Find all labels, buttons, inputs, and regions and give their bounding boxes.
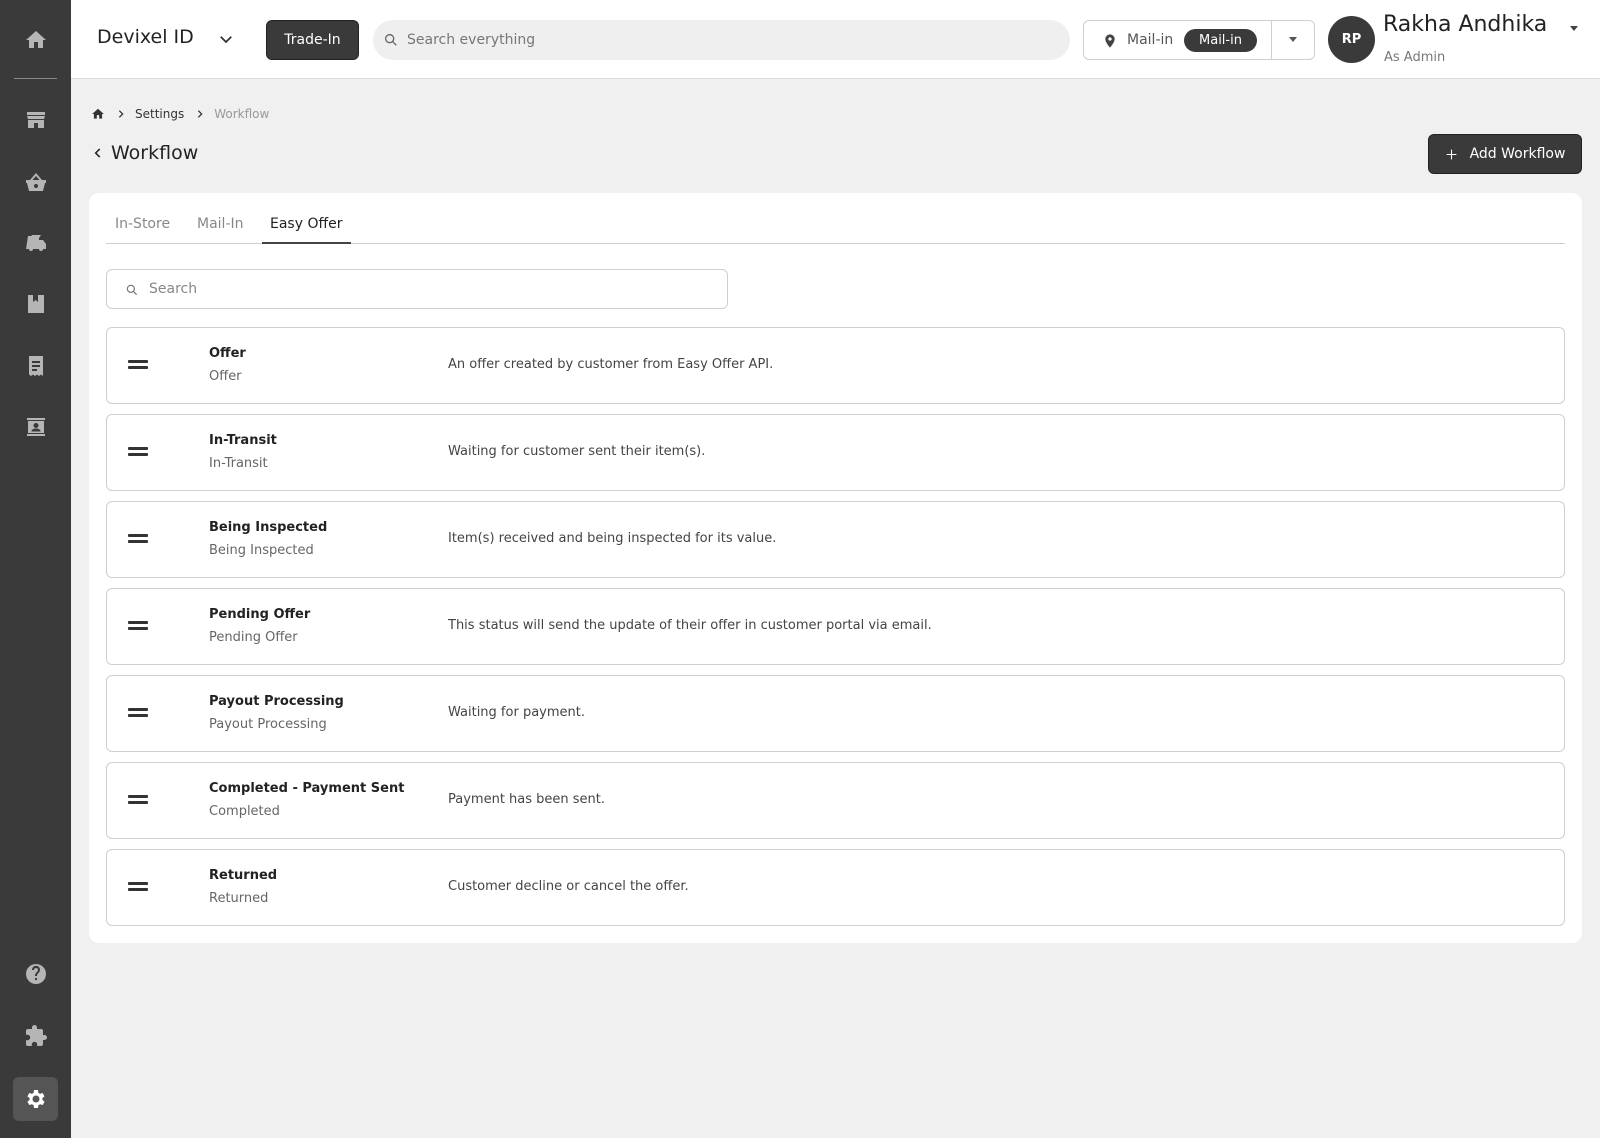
- caret-down-icon[interactable]: [1289, 37, 1297, 42]
- chevron-down-icon[interactable]: [217, 30, 235, 48]
- book-icon: [27, 295, 44, 313]
- topbar: Devixel ID Trade-In Mail-in Mail-in RP R…: [71, 0, 1600, 79]
- workflow-code: In-Transit: [209, 456, 268, 471]
- search-icon: [385, 34, 397, 46]
- add-workflow-button[interactable]: Add Workflow: [1428, 134, 1582, 174]
- home-icon: [92, 108, 104, 119]
- drag-handle-icon[interactable]: [128, 621, 148, 633]
- workflow-description: Item(s) received and being inspected for…: [448, 531, 777, 546]
- search-icon: [126, 284, 138, 296]
- tab-in-store[interactable]: In-Store: [115, 216, 170, 244]
- sidebar-item-home[interactable]: [0, 0, 71, 79]
- sidebar-item-store[interactable]: [0, 89, 71, 151]
- help-icon: [25, 964, 46, 984]
- workspace-name[interactable]: Devixel ID: [97, 26, 194, 48]
- tab-easy-offer[interactable]: Easy Offer: [262, 216, 351, 244]
- workflow-name: In-Transit: [209, 433, 277, 448]
- breadcrumb-settings[interactable]: Settings: [135, 107, 184, 121]
- chevron-right-icon: [198, 110, 203, 118]
- tab-mail-in[interactable]: Mail-In: [197, 216, 244, 244]
- breadcrumb-current: Workflow: [214, 107, 270, 121]
- drag-handle-icon[interactable]: [128, 360, 148, 372]
- sidebar-item-settings[interactable]: [13, 1077, 58, 1121]
- location-selector[interactable]: Mail-in Mail-in: [1083, 20, 1315, 60]
- workflow-description: Waiting for customer sent their item(s).: [448, 444, 706, 459]
- workflow-code: Returned: [209, 891, 269, 906]
- workflow-description: Waiting for payment.: [448, 705, 585, 720]
- basket-icon: [25, 173, 46, 191]
- plus-icon: [1446, 149, 1456, 159]
- workflow-description: Payment has been sent.: [448, 792, 606, 807]
- workflow-name: Offer: [209, 346, 246, 361]
- back-chevron-icon[interactable]: [91, 146, 105, 160]
- workflow-row[interactable]: Offer Offer An offer created by customer…: [106, 327, 1565, 404]
- workflow-description: This status will send the update of thei…: [448, 618, 932, 633]
- chevron-right-icon: [118, 110, 124, 118]
- page-title: Workflow: [111, 142, 199, 164]
- global-search-input[interactable]: [407, 20, 1047, 60]
- location-label: Mail-in: [1127, 32, 1174, 48]
- trade-in-button[interactable]: Trade-In: [266, 20, 359, 60]
- workflow-card: In-Store Mail-In Easy Offer Offer Offer …: [89, 193, 1582, 943]
- workflow-search-input[interactable]: [149, 270, 709, 308]
- tab-bar: In-Store Mail-In Easy Offer: [106, 213, 1565, 244]
- sidebar-item-customers[interactable]: [0, 396, 71, 458]
- sidebar-item-catalog[interactable]: [0, 273, 71, 335]
- sidebar-divider: [14, 78, 57, 79]
- workflow-row[interactable]: Being Inspected Being Inspected Item(s) …: [106, 501, 1565, 578]
- drag-handle-icon[interactable]: [128, 795, 148, 807]
- breadcrumb-home[interactable]: [91, 107, 105, 121]
- workflow-name: Payout Processing: [209, 694, 344, 709]
- workflow-code: Being Inspected: [209, 543, 314, 558]
- workflow-code: Pending Offer: [209, 630, 298, 645]
- drag-handle-icon[interactable]: [128, 708, 148, 720]
- workflow-name: Pending Offer: [209, 607, 311, 622]
- sidebar: [0, 0, 71, 1138]
- workflow-row[interactable]: In-Transit In-Transit Waiting for custom…: [106, 414, 1565, 491]
- location-pill: Mail-in: [1184, 29, 1257, 52]
- sidebar-item-orders[interactable]: [0, 335, 71, 397]
- workflow-name: Returned: [209, 868, 278, 883]
- contact-icon: [26, 418, 45, 436]
- breadcrumb: Settings Workflow: [91, 107, 269, 121]
- gear-icon: [26, 1090, 45, 1108]
- workflow-row[interactable]: Completed - Payment Sent Completed Payme…: [106, 762, 1565, 839]
- workflow-description: An offer created by customer from Easy O…: [448, 357, 774, 372]
- workflow-row[interactable]: Returned Returned Customer decline or ca…: [106, 849, 1565, 926]
- caret-down-icon[interactable]: [1570, 26, 1578, 31]
- workflow-name: Being Inspected: [209, 520, 328, 535]
- workflow-search[interactable]: [106, 269, 728, 309]
- store-icon: [26, 112, 45, 128]
- receipt-icon: [28, 356, 43, 376]
- global-search[interactable]: [373, 20, 1070, 60]
- workflow-code: Completed: [209, 804, 280, 819]
- sidebar-item-shipping[interactable]: [0, 212, 71, 274]
- workflow-row[interactable]: Payout Processing Payout Processing Wait…: [106, 675, 1565, 752]
- user-name[interactable]: Rakha Andhika: [1383, 12, 1547, 37]
- location-pin-icon: [1105, 34, 1115, 48]
- workflow-code: Payout Processing: [209, 717, 327, 732]
- workflow-row[interactable]: Pending Offer Pending Offer This status …: [106, 588, 1565, 665]
- drag-handle-icon[interactable]: [128, 447, 148, 459]
- drag-handle-icon[interactable]: [128, 534, 148, 546]
- avatar[interactable]: RP: [1328, 16, 1375, 63]
- drag-handle-icon[interactable]: [128, 882, 148, 894]
- puzzle-icon: [25, 1025, 47, 1046]
- location-divider: [1271, 21, 1272, 59]
- home-icon: [25, 30, 46, 48]
- sidebar-item-integrations[interactable]: [0, 1005, 71, 1067]
- add-workflow-label: Add Workflow: [1469, 146, 1566, 162]
- truck-icon: [25, 235, 46, 251]
- workflow-code: Offer: [209, 369, 242, 384]
- user-role: As Admin: [1384, 50, 1446, 65]
- sidebar-item-help[interactable]: [0, 943, 71, 1005]
- sidebar-item-basket[interactable]: [0, 151, 71, 213]
- workflow-description: Customer decline or cancel the offer.: [448, 879, 689, 894]
- workflow-name: Completed - Payment Sent: [209, 781, 405, 796]
